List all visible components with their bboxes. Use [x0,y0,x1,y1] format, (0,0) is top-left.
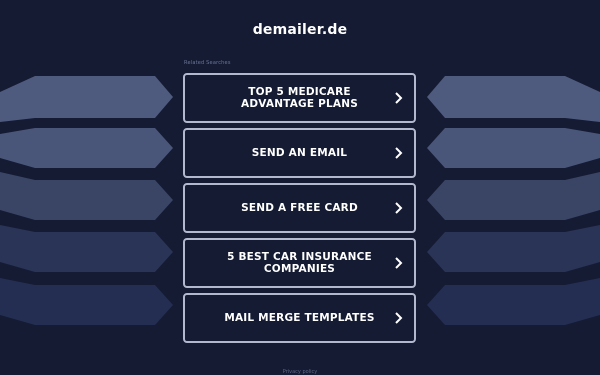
related-search-link[interactable]: TOP 5 MEDICARE ADVANTAGE PLANS [183,73,416,123]
related-search-link[interactable]: SEND A FREE CARD [183,183,416,233]
related-search-label: SEND A FREE CARD [241,202,358,214]
chevron-right-icon [395,147,403,159]
parked-domain-page: demailer.de Related Searches TOP 5 MEDIC… [0,0,600,375]
related-searches-list: TOP 5 MEDICARE ADVANTAGE PLANS SEND AN E… [183,73,416,348]
chevron-right-icon [395,257,403,269]
left-decorative-stripes [0,76,173,325]
right-decorative-stripes [427,76,600,325]
chevron-right-icon [395,202,403,214]
related-search-link[interactable]: MAIL MERGE TEMPLATES [183,293,416,343]
related-search-link[interactable]: SEND AN EMAIL [183,128,416,178]
chevron-right-icon [395,92,403,104]
related-searches-label: Related Searches [184,60,231,66]
privacy-policy-link[interactable]: Privacy policy [0,369,600,375]
related-search-label: 5 BEST CAR INSURANCE COMPANIES [227,251,372,275]
related-search-label: SEND AN EMAIL [251,147,348,159]
related-search-label: MAIL MERGE TEMPLATES [224,312,375,324]
chevron-right-icon [395,312,403,324]
related-search-label: TOP 5 MEDICARE ADVANTAGE PLANS [241,86,358,110]
related-search-link[interactable]: 5 BEST CAR INSURANCE COMPANIES [183,238,416,288]
site-title: demailer.de [252,22,348,38]
